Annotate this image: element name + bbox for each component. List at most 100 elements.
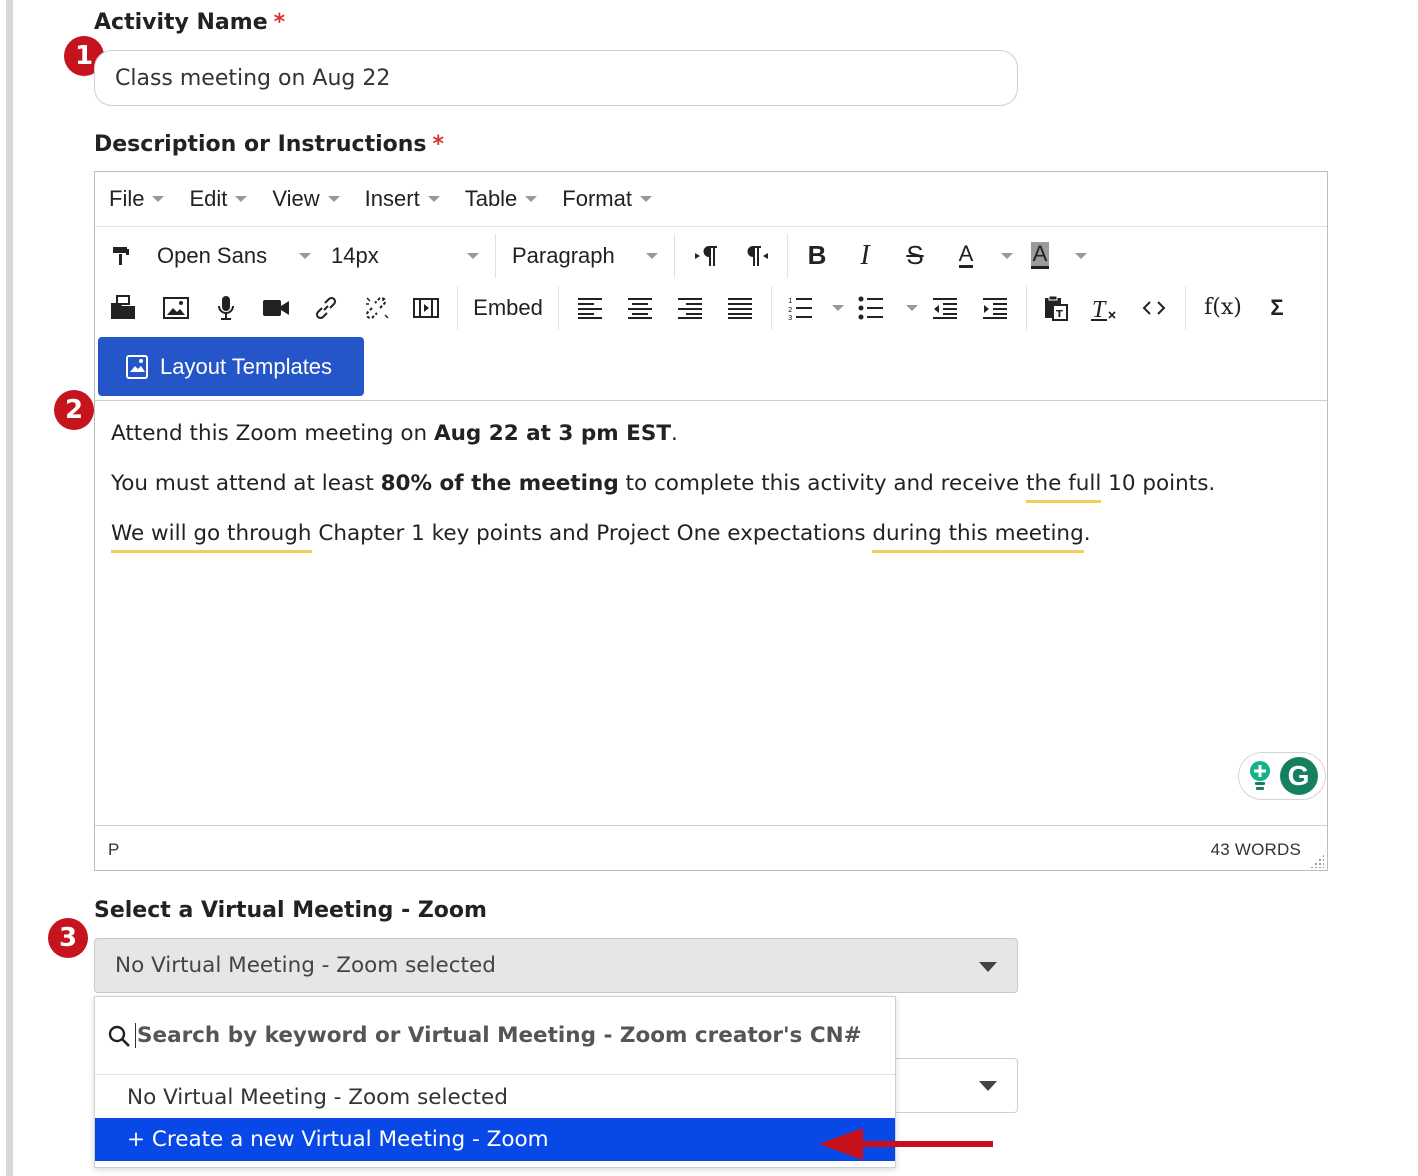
ltr-button[interactable] <box>681 236 731 276</box>
description-label: Description or Instructions * <box>94 132 444 157</box>
clear-formatting-icon: T <box>1091 297 1116 321</box>
dropdown-search-field[interactable]: Search by keyword or Virtual Meeting - Z… <box>95 997 895 1075</box>
numbered-list-dropdown[interactable] <box>822 288 846 328</box>
insert-video-button[interactable] <box>251 288 301 328</box>
menu-format[interactable]: Format <box>562 186 652 212</box>
embed-label: Embed <box>473 294 543 320</box>
insert-link-button[interactable] <box>301 288 351 328</box>
grammar-suggestion-text[interactable]: We will go through <box>111 521 312 553</box>
page-left-border <box>6 0 13 1176</box>
block-format-select[interactable]: Paragraph <box>502 236 668 276</box>
background-color-button[interactable]: A <box>1014 236 1066 276</box>
text-color-icon: A <box>958 241 974 268</box>
menu-edit[interactable]: Edit <box>189 186 248 212</box>
virtual-meeting-label: Select a Virtual Meeting - Zoom <box>94 898 487 923</box>
svg-text:T: T <box>1056 309 1063 320</box>
image-icon <box>163 296 189 319</box>
toolbar-divider <box>457 285 458 330</box>
microphone-icon <box>218 295 234 320</box>
dropdown-option-create-new[interactable]: + Create a new Virtual Meeting - Zoom <box>95 1118 895 1161</box>
secondary-select[interactable] <box>880 1058 1018 1113</box>
format-painter-button[interactable] <box>95 236 147 276</box>
step-badge-2: 2 <box>54 390 94 430</box>
grammarly-widget[interactable]: G <box>1238 752 1326 800</box>
activity-name-label: Activity Name * <box>94 10 285 35</box>
indent-icon <box>983 297 1007 319</box>
text-color-button[interactable]: A <box>940 236 992 276</box>
editor-menubar: File Edit View Insert Table Format <box>95 172 1327 227</box>
align-left-button[interactable] <box>565 288 615 328</box>
toolbar-divider <box>771 285 772 330</box>
chevron-down-icon <box>467 252 479 259</box>
numbered-list-icon: 123 <box>788 297 812 320</box>
grammarly-logo-icon[interactable]: G <box>1279 757 1318 795</box>
symbols-button[interactable]: Σ <box>1254 288 1300 328</box>
align-center-button[interactable] <box>615 288 665 328</box>
activity-name-input[interactable]: Class meeting on Aug 22 <box>94 50 1018 106</box>
dropdown-search-placeholder: Search by keyword or Virtual Meeting - Z… <box>135 1023 862 1048</box>
menu-file-label: File <box>109 186 145 211</box>
word-count[interactable]: 43 WORDS <box>1211 840 1301 860</box>
menu-table[interactable]: Table <box>465 186 538 212</box>
svg-text:2: 2 <box>788 306 792 314</box>
content-text: Chapter 1 key points and Project One exp… <box>311 521 873 546</box>
clear-formatting-button[interactable]: T <box>1079 288 1129 328</box>
font-size-select[interactable]: 14px <box>321 236 489 276</box>
virtual-meeting-select[interactable]: No Virtual Meeting - Zoom selected <box>94 938 1018 993</box>
chevron-down-icon <box>906 304 918 311</box>
text-color-dropdown[interactable] <box>992 236 1014 276</box>
rtl-button[interactable] <box>731 236 781 276</box>
chevron-down-icon <box>1075 252 1087 259</box>
toolbar-divider <box>558 285 559 330</box>
font-family-select[interactable]: Open Sans <box>147 236 321 276</box>
insert-image-button[interactable] <box>151 288 201 328</box>
insert-audio-button[interactable] <box>201 288 251 328</box>
numbered-list-button[interactable]: 123 <box>778 288 822 328</box>
menu-view[interactable]: View <box>272 186 340 212</box>
italic-button[interactable]: I <box>840 236 890 276</box>
grammar-suggestion-text[interactable]: the full <box>1026 471 1102 503</box>
editor-content-area[interactable]: Attend this Zoom meeting on Aug 22 at 3 … <box>95 400 1327 825</box>
align-justify-button[interactable] <box>715 288 765 328</box>
chevron-down-icon <box>832 304 844 311</box>
content-paragraph-3: We will go through Chapter 1 key points … <box>111 521 1311 553</box>
search-icon <box>108 1025 130 1047</box>
content-text: to complete this activity and receive <box>618 471 1027 496</box>
background-color-dropdown[interactable] <box>1066 236 1088 276</box>
bold-button[interactable]: B <box>794 236 840 276</box>
toolbar-divider <box>787 233 788 278</box>
equation-button[interactable]: f(x) <box>1192 288 1254 328</box>
source-code-button[interactable] <box>1129 288 1179 328</box>
unlink-icon <box>365 296 389 319</box>
resize-handle-icon[interactable] <box>1310 854 1324 868</box>
insert-file-button[interactable] <box>95 288 151 328</box>
menu-insert-label: Insert <box>364 186 420 211</box>
remove-link-button[interactable] <box>351 288 401 328</box>
dropdown-option-none[interactable]: No Virtual Meeting - Zoom selected <box>95 1076 895 1119</box>
align-right-button[interactable] <box>665 288 715 328</box>
chevron-down-icon <box>427 196 440 202</box>
grammar-suggestion-text[interactable]: during this meeting <box>872 521 1084 553</box>
chevron-down-icon <box>639 196 652 202</box>
outdent-button[interactable] <box>920 288 970 328</box>
layout-templates-button[interactable]: Layout Templates <box>98 337 364 396</box>
bullet-list-dropdown[interactable] <box>896 288 920 328</box>
paint-roller-icon <box>113 246 129 265</box>
film-icon <box>413 297 439 318</box>
menu-file[interactable]: File <box>109 186 165 212</box>
strikethrough-button[interactable]: S <box>890 236 940 276</box>
bullet-list-button[interactable] <box>846 288 896 328</box>
step-badge-3: 3 <box>48 918 88 958</box>
insert-media-button[interactable] <box>401 288 451 328</box>
embed-button[interactable]: Embed <box>464 288 552 328</box>
element-path[interactable]: P <box>108 840 119 860</box>
chevron-down-icon <box>152 196 165 202</box>
chevron-down-icon <box>327 196 340 202</box>
indent-button[interactable] <box>970 288 1020 328</box>
menu-insert[interactable]: Insert <box>365 186 440 212</box>
virtual-meeting-selected-value: No Virtual Meeting - Zoom selected <box>115 953 496 978</box>
toolbar-divider <box>495 233 496 278</box>
template-image-icon <box>126 354 148 379</box>
menu-table-label: Table <box>464 186 518 211</box>
paste-text-button[interactable]: T <box>1033 288 1079 328</box>
